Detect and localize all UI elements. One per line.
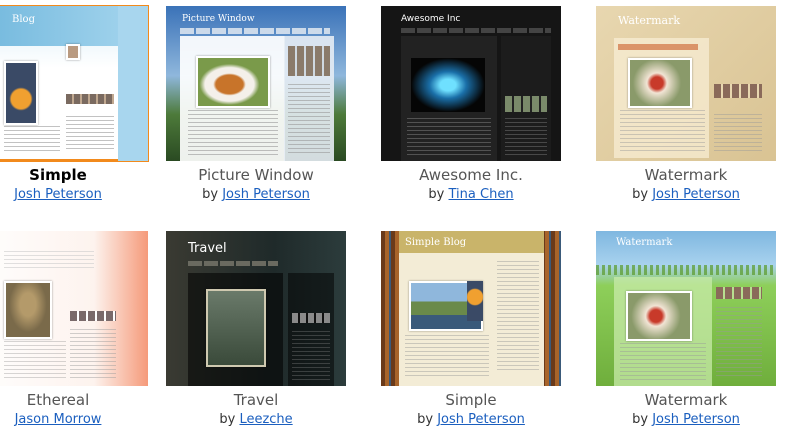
byline-prefix: by — [417, 412, 434, 427]
author-link[interactable]: Josh Peterson — [437, 412, 525, 427]
template-byline: by Josh Peterson — [596, 412, 776, 427]
template-name: Picture Window — [198, 166, 314, 184]
template-thumbnail[interactable]: Simple Blog — [381, 231, 561, 386]
author-link[interactable]: Josh Peterson — [222, 187, 310, 202]
template-byline: by Josh Peterson — [596, 187, 776, 202]
byline-prefix: by — [202, 187, 219, 202]
thumbnail-title: Travel — [188, 241, 227, 256]
template-card-simple[interactable]: Blog Simple Josh Peterson — [0, 5, 149, 202]
author-link[interactable]: Josh Peterson — [652, 412, 740, 427]
author-link[interactable]: Tina Chen — [449, 187, 514, 202]
template-byline: by Josh Peterson — [166, 187, 346, 202]
byline-prefix: by — [632, 187, 649, 202]
template-name: Watermark — [644, 391, 728, 409]
template-thumbnail[interactable]: Picture Window — [166, 6, 346, 161]
template-thumbnail[interactable]: Watermark — [596, 6, 776, 161]
template-name: Simple — [445, 391, 497, 409]
template-thumbnail[interactable]: Awesome Inc — [381, 6, 561, 161]
template-name: Watermark — [644, 166, 728, 184]
template-thumbnail[interactable]: Travel — [166, 231, 346, 386]
template-byline: by Tina Chen — [381, 187, 561, 202]
thumbnail-title: Watermark — [616, 237, 673, 248]
byline-prefix: by — [428, 187, 445, 202]
template-card-travel[interactable]: Travel Travel by Leezche — [166, 231, 346, 427]
template-card-simple-2[interactable]: Simple Blog Simple by Josh Peterson — [381, 231, 561, 427]
template-byline: Jason Morrow — [0, 412, 148, 427]
template-thumbnail[interactable] — [0, 231, 148, 386]
template-thumbnail[interactable]: Watermark — [596, 231, 776, 386]
thumbnail-title: Simple Blog — [405, 237, 467, 248]
author-link[interactable]: Jason Morrow — [15, 412, 102, 427]
template-name: Ethereal — [26, 391, 90, 409]
thumbnail-title: Blog — [12, 14, 35, 25]
thumbnail-title: Picture Window — [182, 14, 255, 24]
template-thumbnail[interactable]: Blog — [0, 5, 149, 162]
template-name: Travel — [233, 391, 279, 409]
thumbnail-title: Watermark — [618, 14, 681, 27]
template-name: Awesome Inc. — [419, 166, 523, 184]
template-byline: by Josh Peterson — [381, 412, 561, 427]
author-link[interactable]: Leezche — [239, 412, 292, 427]
template-byline: Josh Peterson — [0, 187, 148, 202]
template-byline: by Leezche — [166, 412, 346, 427]
template-card-picture-window[interactable]: Picture Window Picture Window by Josh Pe… — [166, 6, 346, 202]
byline-prefix: by — [632, 412, 649, 427]
template-name: Simple — [29, 166, 87, 184]
template-card-watermark[interactable]: Watermark Watermark by Josh Peterson — [596, 6, 776, 202]
byline-prefix: by — [219, 412, 236, 427]
thumbnail-title: Awesome Inc — [401, 14, 461, 24]
template-card-watermark-2[interactable]: Watermark Watermark by Josh Peterson — [596, 231, 776, 427]
author-link[interactable]: Josh Peterson — [652, 187, 740, 202]
template-card-ethereal[interactable]: Ethereal Jason Morrow — [0, 231, 148, 427]
template-card-awesome-inc[interactable]: Awesome Inc Awesome Inc. by Tina Chen — [381, 6, 561, 202]
author-link[interactable]: Josh Peterson — [14, 187, 102, 202]
